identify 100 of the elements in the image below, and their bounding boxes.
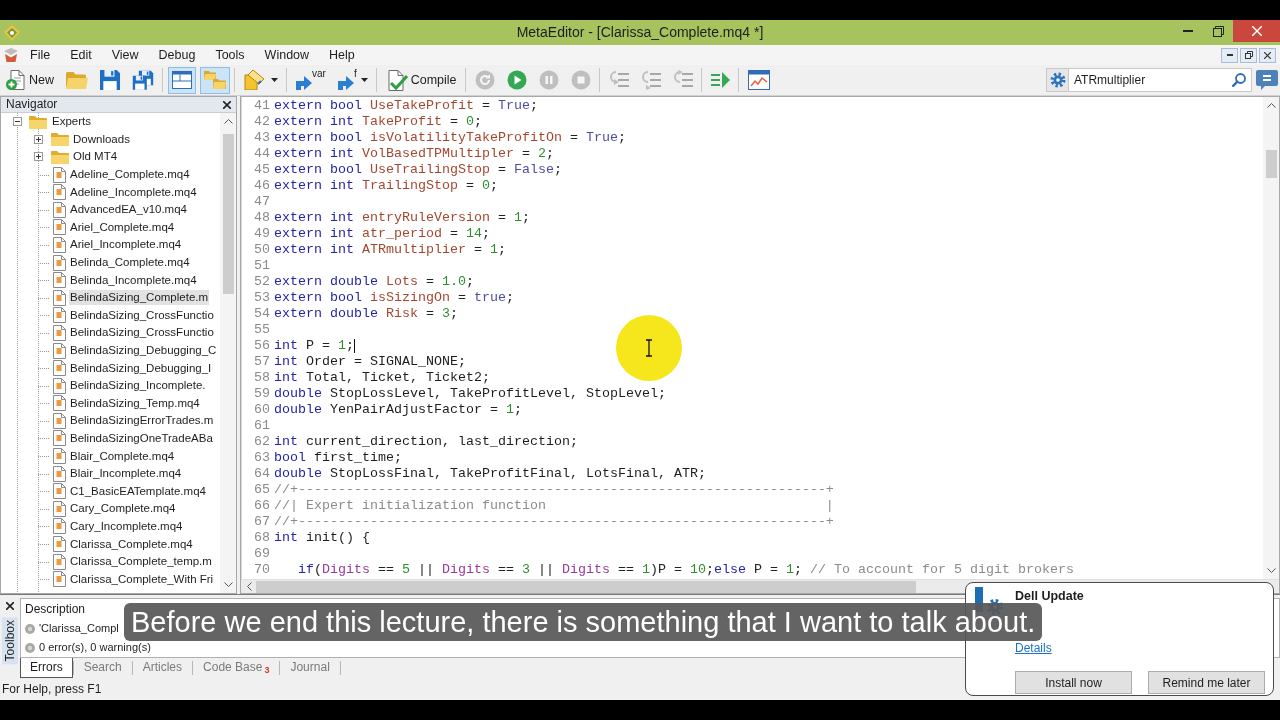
file-icon <box>53 571 66 588</box>
folder-icon <box>66 71 88 89</box>
panel-title: Toolbox <box>2 617 18 665</box>
expand-icon[interactable] <box>34 152 43 162</box>
expand-icon[interactable] <box>34 134 43 144</box>
scroll-down-icon[interactable] <box>223 582 233 587</box>
search-field[interactable]: ATRmultiplier <box>1068 68 1252 92</box>
collapse-icon[interactable] <box>13 117 22 127</box>
code-line: int Order = SIGNAL_NONE; <box>274 354 466 370</box>
compile-button[interactable]: Compile <box>381 66 461 94</box>
code-line: extern double Lots = 1.0; <box>274 274 474 290</box>
tree-item[interactable]: Old MT4 <box>72 149 119 165</box>
scrollbar-thumb[interactable] <box>1265 150 1277 178</box>
remind-later-button[interactable]: Remind me later <box>1148 671 1265 695</box>
line-number: 64 <box>254 466 270 481</box>
file-icon <box>53 201 66 218</box>
new-document-icon <box>6 70 26 90</box>
navigator-toggle-button[interactable] <box>168 66 196 94</box>
chat-bubble-icon[interactable] <box>1256 70 1278 90</box>
tree-item[interactable]: AdvancedEA_v10.mq4 <box>69 202 188 218</box>
search-icon[interactable] <box>1232 73 1246 87</box>
message-text: 'Clarissa_Compl <box>39 621 119 636</box>
line-number: 48 <box>254 210 270 225</box>
tree-item[interactable]: Belinda_Complete.mq4 <box>69 255 191 271</box>
status-dot-icon <box>25 642 35 653</box>
menu-item[interactable]: Edit <box>60 47 102 63</box>
file-icon <box>53 465 66 482</box>
minimize-button[interactable] <box>1221 47 1238 63</box>
new-button[interactable]: New <box>2 66 58 94</box>
tree-item[interactable]: Clarissa_Complete_With Fri <box>69 571 215 587</box>
app-menu-icon[interactable] <box>3 48 19 62</box>
tree-item[interactable]: Cary_Complete.mq4 <box>69 501 177 517</box>
scroll-up-icon[interactable] <box>1266 103 1276 108</box>
menu-item[interactable]: Debug <box>148 47 206 63</box>
tree-item[interactable]: Ariel_Incomplete.mq4 <box>69 237 183 253</box>
scrollbar-thumb[interactable] <box>256 580 916 593</box>
close-icon[interactable] <box>6 602 14 610</box>
window-title: MetaEditor - [Clarissa_Complete.mq4 *] <box>516 24 764 41</box>
tree-item[interactable]: BelindaSizing_Complete.m <box>69 290 210 306</box>
tree-item[interactable]: BelindaSizingErrorTrades.m <box>69 413 215 429</box>
scroll-down-icon[interactable] <box>1266 568 1276 573</box>
scrollbar[interactable] <box>220 113 236 593</box>
insert-function-button[interactable]: f <box>333 66 372 94</box>
tree-item[interactable]: BelindaSizingOneTradeABa <box>69 431 214 446</box>
scroll-left-icon[interactable] <box>247 582 252 591</box>
scroll-up-icon[interactable] <box>223 119 233 124</box>
line-number: 41 <box>254 98 270 113</box>
tree-item[interactable]: Adeline_Incomplete.mq4 <box>69 184 198 200</box>
menu-item[interactable]: Window <box>254 47 320 63</box>
scrollbar-thumb[interactable] <box>222 134 234 294</box>
tree-item[interactable]: BelindaSizing_Debugging_C <box>69 343 218 358</box>
tree-item[interactable]: Ariel_Complete.mq4 <box>69 219 176 235</box>
tree-item[interactable]: Blair_Incomplete.mq4 <box>69 466 183 482</box>
tree-item[interactable]: BelindaSizing_Incomplete. <box>69 378 207 394</box>
status-text: For Help, press F1 <box>2 681 102 697</box>
close-icon[interactable] <box>223 100 231 109</box>
code-line: extern bool UseTrailingStop = False; <box>274 162 562 178</box>
restore-icon <box>1244 51 1253 59</box>
code-line: extern int VolBasedTPMultipler = 2; <box>274 146 554 162</box>
count-label: 3 <box>264 665 270 675</box>
close-button[interactable] <box>1259 47 1276 63</box>
tab[interactable]: Articles <box>132 658 193 678</box>
line-number: 51 <box>254 258 270 273</box>
menu-item[interactable]: File <box>20 47 61 63</box>
restore-button[interactable] <box>1240 47 1257 63</box>
tree-item[interactable]: Clarissa_Complete.mq4 <box>69 536 194 552</box>
tree-item[interactable]: Cary_Incomplete.mq4 <box>69 518 184 534</box>
scrollbar[interactable] <box>1263 97 1279 579</box>
code-line: int P = 1; <box>274 338 354 354</box>
install-button[interactable]: Install now <box>1015 671 1132 695</box>
line-number: 43 <box>254 130 270 145</box>
file-icon <box>53 272 66 289</box>
menu-item[interactable]: Tools <box>205 47 255 63</box>
tab[interactable]: Journal <box>280 658 340 678</box>
tree-item[interactable]: BelindaSizing_CrossFunctio <box>69 325 215 341</box>
tree-item[interactable]: Belinda_Incomplete.mq4 <box>69 272 198 288</box>
menu-item[interactable]: Help <box>319 47 365 63</box>
tab[interactable]: Search <box>73 658 132 678</box>
tree-item[interactable]: C1_BasicEATemplate.mq4 <box>69 483 207 499</box>
settings-button[interactable] <box>1046 68 1068 92</box>
tree-item[interactable]: BelindaSizing_Debugging_I <box>69 360 213 376</box>
tree-item[interactable]: Clarissa_Complete_temp.m <box>69 554 213 570</box>
tab[interactable]: Errors <box>20 658 73 678</box>
message-text: 0 error(s), 0 warning(s) <box>39 640 151 655</box>
chart-window-icon <box>747 70 770 90</box>
insert-variable-button[interactable]: var <box>292 66 330 94</box>
tree-item[interactable]: Adeline_Complete.mq4 <box>69 167 191 183</box>
file-icon <box>53 360 66 377</box>
line-number: 56 <box>254 338 270 353</box>
menu-item[interactable]: View <box>101 47 149 63</box>
toolbox-toggle-button[interactable] <box>200 66 230 94</box>
play-icon <box>506 70 527 90</box>
tree-item[interactable]: Blair_Complete.mq4 <box>69 448 176 464</box>
tree-item[interactable]: BelindaSizing_CrossFunctio <box>69 307 215 323</box>
tree-item[interactable]: Experts <box>51 114 92 130</box>
code-line: extern int atr_period = 14; <box>274 226 490 242</box>
details-link[interactable]: Details <box>1015 641 1052 656</box>
tree-item[interactable]: Downloads <box>72 131 131 147</box>
tree-item[interactable]: BelindaSizing_Temp.mq4 <box>69 395 201 411</box>
line-number: 60 <box>254 402 270 417</box>
